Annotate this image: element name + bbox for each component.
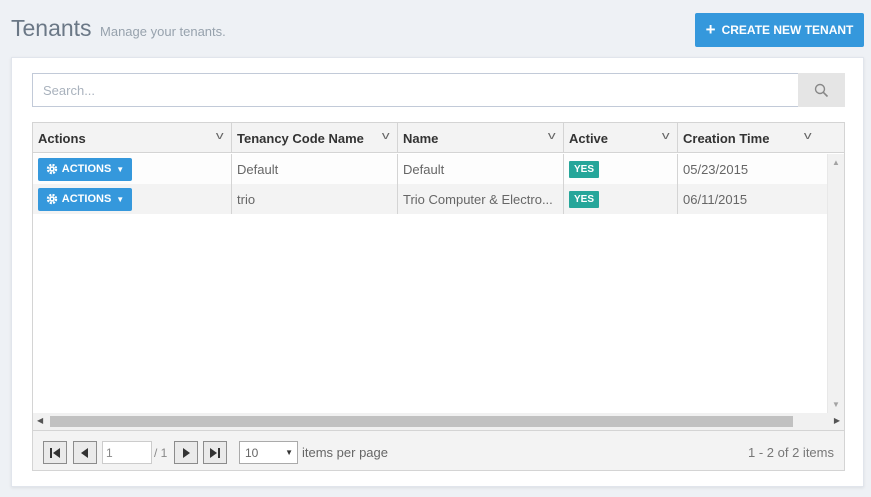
column-header-active[interactable]: Active v [564,123,678,153]
chevron-down-icon[interactable]: v [661,130,669,142]
page-size-value: 10 [245,445,259,460]
creation-time-cell: 06/11/2015 [683,191,748,207]
column-header-label: Creation Time [683,130,770,146]
scroll-left-icon[interactable]: ◀ [37,416,43,425]
chevron-down-icon[interactable]: v [381,130,389,142]
tenants-panel: Actions v Tenancy Code Name v Name v Act… [11,57,864,487]
caret-down-icon: ▼ [116,164,125,174]
column-header-label: Name [403,130,439,146]
tenancy-code-cell: trio [232,184,398,214]
create-new-tenant-button[interactable]: + CREATE NEW TENANT [695,13,864,47]
name-cell: Default [398,154,564,184]
column-header-name[interactable]: Name v [398,123,564,153]
create-new-tenant-label: CREATE NEW TENANT [721,23,854,37]
page-size-label: items per page [302,445,388,460]
actions-cell: ACTIONS ▼ [33,154,232,184]
page-total: / 1 [154,446,168,460]
page-header: Tenants Manage your tenants. [11,15,226,42]
first-page-icon [50,447,60,458]
next-page-icon [183,447,190,458]
actions-button[interactable]: ACTIONS ▼ [38,187,132,211]
tenancy-code-cell: Default [232,154,398,184]
table-row[interactable]: ACTIONS ▼ trio Trio Computer & Electro..… [33,184,827,214]
horizontal-scrollbar[interactable]: ◀ ▶ [33,413,844,430]
gear-icon [46,163,57,175]
active-badge: YES [569,160,600,178]
scroll-down-icon[interactable]: ▼ [832,400,840,409]
grid-header: Actions v Tenancy Code Name v Name v Act… [33,123,844,153]
active-badge: YES [569,190,600,208]
actions-label: ACTIONS [61,163,112,175]
search-icon [814,83,829,97]
search-button[interactable] [798,73,845,107]
caret-down-icon: ▼ [285,448,293,457]
column-header-label: Tenancy Code Name [237,130,364,146]
active-cell: YES [564,154,678,184]
chevron-down-icon[interactable]: v [803,130,811,142]
last-page-button[interactable] [203,441,227,464]
search-input[interactable] [32,73,798,107]
scroll-right-icon[interactable]: ▶ [834,416,840,425]
actions-cell: ACTIONS ▼ [33,184,232,214]
grid-body: ACTIONS ▼ Default Default YES 05/23/2015 [33,154,827,413]
column-header-actions[interactable]: Actions v [33,123,232,153]
active-cell: YES [564,184,678,214]
table-row[interactable]: ACTIONS ▼ Default Default YES 05/23/2015 [33,154,827,184]
pager: / 1 10 ▼ items per page 1 - 2 of 2 items [33,430,844,470]
gear-icon [46,193,57,205]
actions-button[interactable]: ACTIONS ▼ [38,157,132,181]
page-title: Tenants [11,15,92,41]
first-page-button[interactable] [43,441,67,464]
column-header-creation-time[interactable]: Creation Time v [678,123,844,153]
previous-page-button[interactable] [73,441,97,464]
items-info: 1 - 2 of 2 items [748,445,834,460]
column-header-label: Active [569,130,609,146]
page-size-select[interactable]: 10 ▼ [239,441,298,464]
page-number-input[interactable] [102,441,152,464]
vertical-scrollbar[interactable]: ▲ ▼ [827,154,844,413]
last-page-icon [210,447,220,458]
page-subtitle: Manage your tenants. [100,24,226,39]
scrollbar-thumb[interactable] [50,416,793,427]
name-cell: Trio Computer & Electro... [398,184,564,214]
tenants-grid: Actions v Tenancy Code Name v Name v Act… [32,122,845,471]
chevron-down-icon[interactable]: v [215,130,223,142]
plus-icon: + [705,19,716,39]
next-page-button[interactable] [174,441,198,464]
actions-label: ACTIONS [61,193,112,205]
column-header-label: Actions [38,130,86,146]
search-bar [32,73,845,107]
previous-page-icon [81,447,88,458]
creation-time-cell: 05/23/2015 [683,161,749,177]
scroll-up-icon[interactable]: ▲ [832,158,840,167]
caret-down-icon: ▼ [116,194,125,204]
chevron-down-icon[interactable]: v [547,130,555,142]
column-header-tenancy-code-name[interactable]: Tenancy Code Name v [232,123,398,153]
